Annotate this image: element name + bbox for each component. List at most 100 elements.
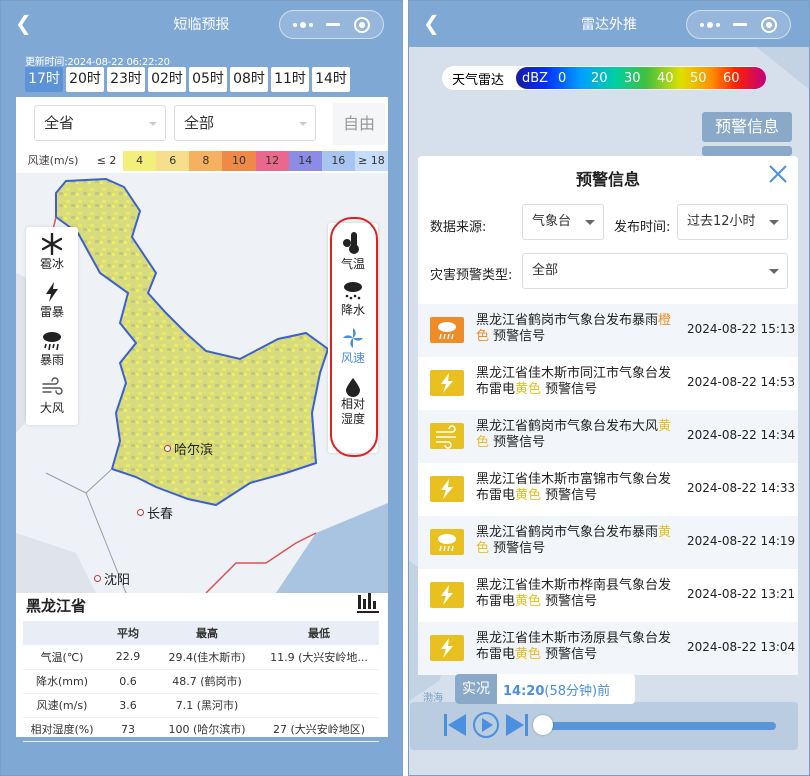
city-changchun-label: 长春 bbox=[147, 507, 174, 522]
warning-time: 2024-08-22 13:04 bbox=[687, 640, 796, 654]
hour-tab[interactable]: 05时 bbox=[189, 67, 227, 92]
stats-row: 降水(mm) 0.6 48.7 (鹤岗市) bbox=[23, 669, 379, 694]
thunder-warning-icon bbox=[430, 635, 464, 661]
warning-desc: 黑龙江省鹤岗市气象台发布暴雨 bbox=[476, 525, 659, 540]
warning-time: 2024-08-22 15:13 bbox=[687, 322, 796, 336]
sub-region-select-value: 全部 bbox=[184, 114, 215, 132]
second-map-button[interactable] bbox=[702, 146, 792, 156]
city-shenyang-label: 沈阳 bbox=[104, 573, 131, 588]
source-select[interactable]: 气象台 bbox=[522, 204, 604, 240]
close-capsule-icon[interactable] bbox=[761, 16, 778, 33]
chevron-down-icon bbox=[769, 220, 779, 225]
warning-suffix: 预警信号 bbox=[493, 541, 546, 556]
warning-item[interactable]: 黑龙江省佳木斯市同江市气象台发布雷电黄色 预警信号 2024-08-22 14:5… bbox=[418, 357, 798, 410]
rain-warning-icon bbox=[430, 317, 464, 343]
region-select-value: 全省 bbox=[44, 114, 75, 132]
hour-tab[interactable]: 02时 bbox=[148, 67, 186, 92]
wind-legend-swatch: 16 bbox=[321, 151, 355, 171]
minimize-icon[interactable] bbox=[733, 23, 748, 26]
hail-tool-label: 雹冰 bbox=[39, 257, 64, 271]
stats-cell: 29.4(佳木斯市) bbox=[155, 645, 259, 670]
forecast-map[interactable]: 雹冰 雷暴 暴雨 大风 气温 降水 风速 相对湿度 哈尔滨 长春 沈阳 bbox=[16, 173, 388, 593]
prev-icon[interactable] bbox=[444, 714, 466, 736]
stats-header-cell: 最高 bbox=[155, 621, 259, 645]
warning-suffix: 预警信号 bbox=[493, 435, 546, 450]
hour-tab[interactable]: 23时 bbox=[107, 67, 145, 92]
thunderstorm-tool-label: 雷暴 bbox=[39, 305, 64, 319]
play-icon[interactable] bbox=[473, 712, 499, 738]
warning-text: 黑龙江省佳木斯市同江市气象台发布雷电黄色 预警信号 bbox=[476, 366, 676, 398]
dbz-tick: 20 bbox=[591, 70, 608, 86]
wind-icon bbox=[42, 377, 63, 395]
close-modal-button[interactable] bbox=[768, 164, 788, 188]
dbz-tick: 0 bbox=[558, 70, 567, 86]
hour-tabs: 17时 20时 23时 02时 05时 08时 11时 14时 bbox=[25, 67, 350, 92]
stats-cell: 11.9 (大兴安岭地... bbox=[259, 645, 379, 670]
wind-legend-swatch: 10 bbox=[222, 151, 256, 171]
bar-chart-icon bbox=[357, 593, 379, 613]
hazard-type-select[interactable]: 全部 bbox=[522, 253, 788, 289]
hour-tab[interactable]: 14时 bbox=[312, 67, 350, 92]
minimize-icon[interactable] bbox=[326, 23, 341, 26]
close-capsule-icon[interactable] bbox=[354, 16, 371, 33]
snowflake-icon bbox=[41, 233, 63, 255]
wind-legend: 风速(m/s) ≤ 2 4 6 8 10 12 14 16 ≥ 18 bbox=[16, 151, 388, 171]
chevron-down-icon bbox=[299, 122, 307, 126]
wind-legend-swatch: 8 bbox=[189, 151, 223, 171]
region-select[interactable]: 全省 bbox=[34, 105, 166, 141]
warning-desc: 黑龙江省鹤岗市气象台发布大风 bbox=[476, 419, 659, 434]
warning-level: 黄色 bbox=[515, 647, 542, 662]
stats-cell: 22.9 bbox=[101, 645, 155, 670]
sub-region-select[interactable]: 全部 bbox=[174, 105, 316, 141]
warning-item[interactable]: 黑龙江省佳木斯市桦南县气象台发布雷电黄色 预警信号 2024-08-22 13:2… bbox=[418, 569, 798, 622]
warning-item[interactable]: 黑龙江省鹤岗市气象台发布暴雨橙色 预警信号 2024-08-22 15:13 bbox=[418, 304, 798, 357]
publish-time-select-value: 过去12小时 bbox=[687, 214, 756, 229]
observed-time-value: 14:20 bbox=[503, 684, 545, 699]
hour-tab[interactable]: 11时 bbox=[271, 67, 309, 92]
publish-time-select[interactable]: 过去12小时 bbox=[677, 204, 788, 240]
hail-tool[interactable]: 雹冰 bbox=[28, 233, 76, 272]
hazard-type-label: 灾害预警类型: bbox=[430, 268, 513, 283]
chevron-down-icon bbox=[769, 269, 779, 274]
warning-desc: 黑龙江省鹤岗市气象台发布暴雨 bbox=[476, 313, 659, 328]
stats-cell: 0.6 bbox=[101, 669, 155, 694]
gale-tool[interactable]: 大风 bbox=[28, 377, 76, 416]
source-label: 数据来源: bbox=[430, 220, 487, 235]
wind-legend-swatch: ≤ 2 bbox=[90, 151, 124, 171]
dbz-unit-label: dBZ bbox=[522, 70, 549, 86]
warning-text: 黑龙江省鹤岗市气象台发布大风黄色 预警信号 bbox=[476, 419, 676, 451]
observed-time-box: 实况 14:20(58分钟)前 bbox=[455, 674, 635, 704]
miniprogram-capsule bbox=[279, 10, 384, 39]
province-title: 黑龙江省 bbox=[26, 597, 87, 615]
hour-tab[interactable]: 08时 bbox=[230, 67, 268, 92]
rainstorm-tool[interactable]: 暴雨 bbox=[28, 329, 76, 368]
next-icon[interactable] bbox=[506, 714, 528, 736]
city-marker-icon bbox=[164, 445, 171, 452]
warning-time: 2024-08-22 14:53 bbox=[687, 375, 796, 389]
free-button[interactable]: 自由 bbox=[333, 103, 385, 145]
hour-tab[interactable]: 20时 bbox=[66, 67, 104, 92]
timeline-knob[interactable] bbox=[533, 715, 553, 735]
highlight-oval bbox=[330, 217, 378, 457]
thunderstorm-tool[interactable]: 雷暴 bbox=[28, 281, 76, 320]
city-changchun: 长春 bbox=[137, 503, 173, 522]
radar-legend-label: 天气雷达 bbox=[452, 72, 505, 88]
warning-item[interactable]: 黑龙江省佳木斯市富锦市气象台发布雷电黄色 预警信号 2024-08-22 14:3… bbox=[418, 463, 798, 516]
warning-item[interactable]: 黑龙江省佳木斯市汤原县气象台发布雷电黄色 预警信号 2024-08-22 13:0… bbox=[418, 622, 798, 675]
warning-item[interactable]: 黑龙江省鹤岗市气象台发布大风黄色 预警信号 2024-08-22 14:34 bbox=[418, 410, 798, 463]
wind-legend-swatch: 4 bbox=[123, 151, 157, 171]
warning-text: 黑龙江省鹤岗市气象台发布暴雨橙色 预警信号 bbox=[476, 313, 676, 345]
timeline-track[interactable] bbox=[540, 722, 776, 730]
warning-suffix: 预警信号 bbox=[545, 594, 598, 609]
more-icon[interactable] bbox=[699, 21, 720, 28]
more-icon[interactable] bbox=[292, 21, 313, 28]
warning-info-button[interactable]: 预警信息 bbox=[702, 112, 792, 142]
hour-tab[interactable]: 17时 bbox=[25, 67, 63, 92]
thunder-warning-icon bbox=[430, 582, 464, 608]
warning-item[interactable]: 黑龙江省鹤岗市气象台发布暴雨黄色 预警信号 2024-08-22 14:19 bbox=[418, 516, 798, 569]
bar-chart-button[interactable] bbox=[356, 591, 380, 617]
stats-cell: 相对湿度(%) bbox=[23, 717, 101, 742]
stats-header-row: 平均 最高 最低 bbox=[23, 621, 379, 645]
dbz-tick: 60 bbox=[723, 70, 740, 86]
stats-cell: 3.6 bbox=[101, 693, 155, 718]
